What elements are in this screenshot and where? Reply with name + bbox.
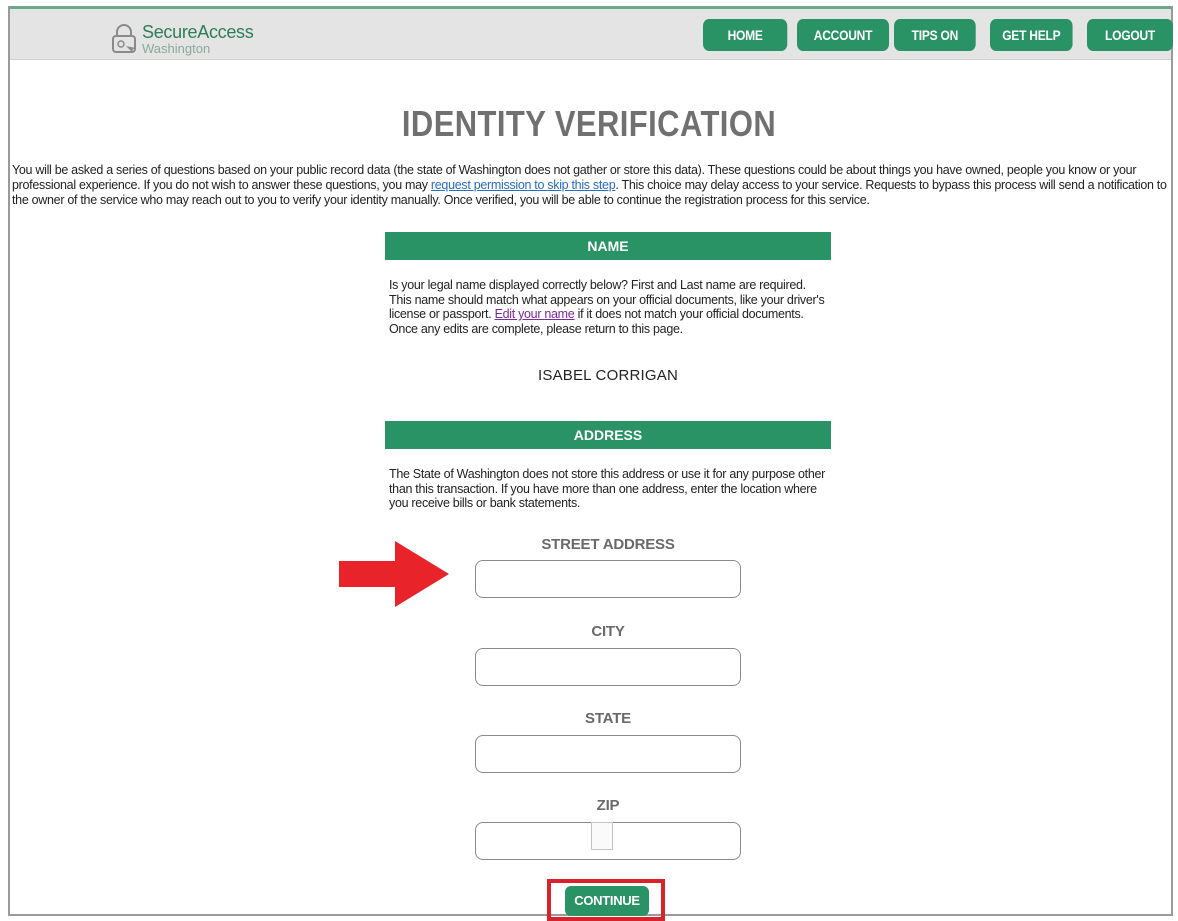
nav-logout-button[interactable]: LOGOUT [1087, 19, 1173, 51]
nav-tips-button[interactable]: TIPS ON [894, 19, 976, 51]
page-title: IDENTITY VERIFICATION [401, 103, 777, 144]
name-section-header: NAME [385, 232, 831, 260]
city-input[interactable] [475, 648, 741, 686]
text-cursor-placeholder [591, 822, 613, 850]
brand-subtitle: Washington [142, 41, 211, 56]
name-instructions: Is your legal name displayed correctly b… [389, 278, 829, 336]
street-address-label: STREET ADDRESS [541, 536, 675, 553]
address-instructions: The State of Washington does not store t… [389, 467, 826, 510]
city-label: CITY [591, 623, 625, 640]
padlock-icon [112, 24, 136, 53]
address-section-header: ADDRESS [385, 421, 831, 449]
edit-name-link[interactable]: Edit your name [495, 307, 575, 321]
intro-paragraph: You will be asked a series of questions … [12, 163, 1172, 208]
nav-account-button[interactable]: ACCOUNT [797, 19, 890, 51]
red-arrow-icon [339, 541, 449, 607]
state-label: STATE [585, 710, 631, 727]
legal-name-value: ISABEL CORRIGAN [538, 367, 678, 384]
continue-button[interactable]: CONTINUE [565, 886, 649, 916]
street-address-input[interactable] [475, 560, 741, 598]
nav-home-button[interactable]: HOME [703, 19, 788, 51]
brand-name: SecureAccess [142, 22, 254, 42]
nav-get-help-button[interactable]: GET HELP [990, 19, 1073, 51]
zip-label: ZIP [596, 797, 620, 814]
secureaccess-logo[interactable]: SecureAccess Washington [108, 22, 278, 58]
skip-step-link[interactable]: request permission to skip this step [431, 178, 616, 192]
state-input[interactable] [475, 735, 741, 773]
